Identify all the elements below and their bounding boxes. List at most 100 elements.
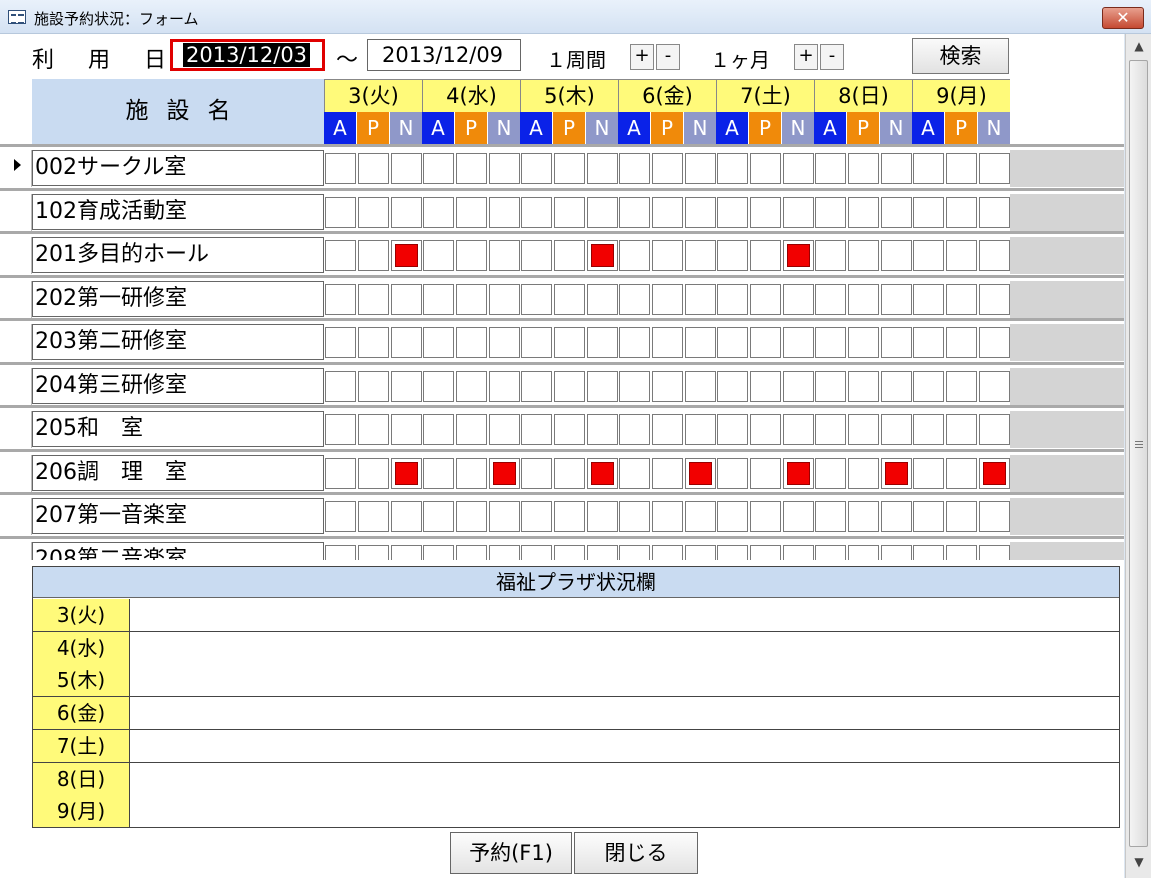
slot-cell[interactable] xyxy=(325,457,356,489)
slot-cell[interactable] xyxy=(717,327,748,358)
slot-cell[interactable] xyxy=(456,153,487,184)
slot-cell[interactable] xyxy=(456,240,487,271)
slot-cell[interactable] xyxy=(717,240,748,271)
slot-cell[interactable] xyxy=(489,196,520,228)
slot-cell[interactable] xyxy=(783,414,814,445)
slot-cell[interactable] xyxy=(325,240,356,271)
current-record-indicator-icon[interactable] xyxy=(0,150,32,187)
slot-cell[interactable] xyxy=(423,196,454,228)
slot-cell[interactable] xyxy=(587,501,618,532)
slot-cell[interactable] xyxy=(750,501,781,532)
slot-cell[interactable] xyxy=(521,240,552,271)
record-selector[interactable] xyxy=(0,324,32,361)
facility-name[interactable]: 202第一研修室 xyxy=(32,280,324,317)
slot-cell[interactable] xyxy=(783,501,814,532)
record-selector[interactable] xyxy=(0,454,32,492)
slot-cell[interactable] xyxy=(587,153,618,184)
slot-cell[interactable] xyxy=(521,196,552,228)
slot-cell[interactable] xyxy=(750,240,781,271)
slot-cell[interactable] xyxy=(946,240,977,271)
slot-cell[interactable] xyxy=(652,283,683,315)
record-selector[interactable] xyxy=(0,498,32,535)
slot-cell[interactable] xyxy=(619,196,650,228)
slot-cell[interactable] xyxy=(685,283,716,315)
slot-cell[interactable] xyxy=(521,544,552,560)
slot-cell[interactable] xyxy=(783,283,814,315)
slot-cell[interactable] xyxy=(619,283,650,315)
slot-cell[interactable] xyxy=(423,283,454,315)
slot-cell[interactable] xyxy=(881,283,912,315)
slot-cell[interactable] xyxy=(717,283,748,315)
slot-cell[interactable] xyxy=(783,196,814,228)
slot-cell[interactable] xyxy=(521,370,552,402)
slot-cell[interactable] xyxy=(358,240,389,271)
start-date-input[interactable]: 2013/12/03 xyxy=(170,39,325,71)
slot-cell[interactable] xyxy=(946,327,977,358)
slot-cell[interactable] xyxy=(423,457,454,489)
slot-cell[interactable] xyxy=(554,327,585,358)
slot-cell[interactable] xyxy=(521,327,552,358)
slot-cell[interactable] xyxy=(946,544,977,560)
slot-cell[interactable] xyxy=(717,544,748,560)
slot-cell[interactable] xyxy=(913,283,944,315)
vertical-scrollbar[interactable]: ▲ ▼ xyxy=(1125,34,1151,878)
slot-cell[interactable] xyxy=(750,327,781,358)
slot-cell[interactable] xyxy=(587,414,618,445)
close-button[interactable]: 閉じる xyxy=(574,832,698,874)
slot-cell[interactable] xyxy=(979,327,1010,358)
slot-cell[interactable] xyxy=(423,240,454,271)
slot-cell[interactable] xyxy=(979,153,1010,184)
slot-cell[interactable] xyxy=(652,544,683,560)
slot-cell[interactable] xyxy=(652,414,683,445)
slot-cell[interactable] xyxy=(423,153,454,184)
slot-cell[interactable] xyxy=(521,414,552,445)
slot-cell[interactable] xyxy=(391,327,422,358)
slot-cell[interactable] xyxy=(489,283,520,315)
slot-cell[interactable] xyxy=(652,501,683,532)
status-note-field[interactable] xyxy=(130,631,1119,664)
slot-cell[interactable] xyxy=(325,153,356,184)
slot-cell[interactable] xyxy=(848,153,879,184)
scroll-thumb[interactable] xyxy=(1129,60,1148,847)
slot-cell[interactable] xyxy=(685,153,716,184)
slot-cell[interactable] xyxy=(489,240,520,271)
slot-cell[interactable] xyxy=(848,240,879,271)
slot-cell[interactable] xyxy=(358,370,389,402)
slot-cell[interactable] xyxy=(946,283,977,315)
slot-cell[interactable] xyxy=(423,327,454,358)
slot-cell[interactable] xyxy=(685,457,716,489)
slot-cell[interactable] xyxy=(456,501,487,532)
slot-cell[interactable] xyxy=(750,283,781,315)
slot-cell[interactable] xyxy=(783,370,814,402)
slot-cell[interactable] xyxy=(554,501,585,532)
slot-cell[interactable] xyxy=(587,370,618,402)
slot-cell[interactable] xyxy=(489,457,520,489)
slot-cell[interactable] xyxy=(652,196,683,228)
facility-name[interactable]: 205和 室 xyxy=(32,411,324,447)
facility-name[interactable]: 204第三研修室 xyxy=(32,367,324,404)
week-plus-button[interactable]: + xyxy=(630,44,654,70)
slot-cell[interactable] xyxy=(685,370,716,402)
facility-name[interactable]: 206調 理 室 xyxy=(32,454,324,491)
scroll-down-icon[interactable]: ▼ xyxy=(1126,852,1151,872)
slot-cell[interactable] xyxy=(456,370,487,402)
close-window-button[interactable]: ✕ xyxy=(1102,7,1144,29)
slot-cell[interactable] xyxy=(913,501,944,532)
slot-cell[interactable] xyxy=(358,414,389,445)
slot-cell[interactable] xyxy=(456,544,487,560)
slot-cell[interactable] xyxy=(946,457,977,489)
slot-cell[interactable] xyxy=(587,544,618,560)
slot-cell[interactable] xyxy=(619,501,650,532)
slot-cell[interactable] xyxy=(750,153,781,184)
slot-cell[interactable] xyxy=(423,370,454,402)
slot-cell[interactable] xyxy=(717,370,748,402)
slot-cell[interactable] xyxy=(717,153,748,184)
slot-cell[interactable] xyxy=(979,457,1010,489)
slot-cell[interactable] xyxy=(685,414,716,445)
slot-cell[interactable] xyxy=(979,544,1010,560)
slot-cell[interactable] xyxy=(587,240,618,271)
slot-cell[interactable] xyxy=(913,414,944,445)
slot-cell[interactable] xyxy=(815,457,846,489)
slot-cell[interactable] xyxy=(783,457,814,489)
slot-cell[interactable] xyxy=(979,196,1010,228)
